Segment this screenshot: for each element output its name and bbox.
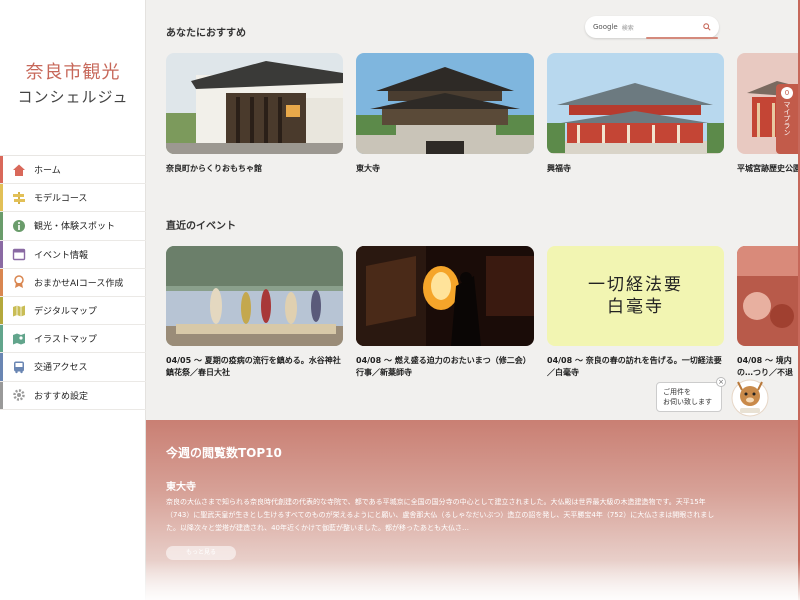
search-input[interactable]: 検索 bbox=[622, 23, 703, 32]
bottom-fade bbox=[0, 560, 800, 600]
sidebar-nav: ホーム モデルコース 観光・体験スポット イベント情報 おまかせAIコース作成 … bbox=[0, 155, 146, 410]
calendar-icon bbox=[12, 248, 26, 261]
recommend-caption[interactable]: 東大寺 bbox=[356, 163, 380, 175]
recommend-card-todaiji[interactable] bbox=[356, 53, 534, 154]
ranking-item-description: 奈良の大仏さまで知られる奈良時代創建の代表的な寺院で、都である平城京に全国の国分… bbox=[166, 498, 715, 532]
sidebar-item-spots[interactable]: 観光・体験スポット bbox=[0, 212, 146, 241]
recommend-card-karakuri[interactable] bbox=[166, 53, 343, 154]
ai-badge-icon bbox=[14, 275, 24, 289]
recommend-caption[interactable]: 興福寺 bbox=[547, 163, 571, 175]
sidebar-item-label: モデルコース bbox=[34, 194, 88, 205]
sidebar-item-ai-course[interactable]: おまかせAIコース作成 bbox=[0, 268, 146, 297]
search-underline bbox=[646, 37, 718, 39]
sidebar-item-settings[interactable]: おすすめ設定 bbox=[0, 381, 146, 410]
brand-logo[interactable]: 奈良市観光 コンシェルジュ bbox=[0, 58, 146, 107]
read-more-button[interactable]: もっと見る bbox=[166, 546, 236, 560]
event-caption[interactable]: 04/08 〜 奈良の春の訪れを告げる。一切経法要／白毫寺 bbox=[547, 355, 727, 379]
sidebar-item-illust-map[interactable]: イラストマップ bbox=[0, 325, 146, 354]
brand-main: 奈良市観光 bbox=[25, 62, 121, 83]
karakuri-image bbox=[166, 53, 343, 154]
ranking-title: 今週の閲覧数TOP10 bbox=[166, 446, 282, 460]
kofukuji-image bbox=[547, 53, 724, 154]
search-brand: Google bbox=[593, 23, 618, 31]
brand-sub: コンシェルジュ bbox=[17, 88, 129, 106]
help-line1: ご用件を bbox=[663, 388, 691, 396]
help-bubble[interactable]: ご用件を お伺い致します bbox=[656, 382, 722, 412]
myplan-tab[interactable]: 0 マイプラン bbox=[776, 84, 798, 154]
search-box[interactable]: Google 検索 bbox=[585, 16, 719, 38]
sidebar-item-model-course[interactable]: モデルコース bbox=[0, 184, 146, 213]
sidebar-item-events[interactable]: イベント情報 bbox=[0, 240, 146, 269]
sidebar-item-label: デジタルマップ bbox=[34, 307, 97, 318]
event-card-chinkasai[interactable] bbox=[166, 246, 343, 346]
sidebar-item-label: おまかせAIコース作成 bbox=[34, 278, 124, 289]
event-caption[interactable]: 04/05 〜 夏期の疫病の流行を鎮める。水谷神社鎮花祭／春日大社 bbox=[166, 355, 346, 379]
sidebar-item-digital-map[interactable]: デジタルマップ bbox=[0, 296, 146, 326]
info-icon bbox=[13, 219, 25, 232]
poster-line2: 白毫寺 bbox=[607, 297, 664, 317]
sidebar-item-label: 交通アクセス bbox=[34, 363, 88, 374]
sidebar-item-label: イラストマップ bbox=[34, 335, 97, 346]
main-content: あなたにおすすめ Google 検索 奈良町からくりおもちゃ館 東大寺 興福寺 … bbox=[146, 0, 800, 600]
sidebar-item-access[interactable]: 交通アクセス bbox=[0, 353, 146, 382]
home-icon bbox=[13, 164, 25, 176]
todaiji-image bbox=[356, 53, 534, 154]
illustration-map-icon bbox=[13, 333, 25, 345]
recommend-caption[interactable]: 平城宮跡歴史公園 bbox=[737, 163, 800, 175]
myplan-label: マイプラン bbox=[783, 101, 791, 136]
events-title: 直近のイベント bbox=[166, 221, 236, 232]
help-line2: お伺い致します bbox=[663, 398, 712, 406]
event-caption[interactable]: 04/08 〜 燃え盛る迫力のおたいまつ（修二会）行事／新薬師寺 bbox=[356, 355, 536, 379]
map-icon bbox=[13, 305, 25, 317]
event-card-otaimatsu[interactable] bbox=[356, 246, 534, 346]
event-card-issaikyo[interactable]: 一切経法要 白毫寺 bbox=[547, 246, 724, 346]
sidebar-item-label: イベント情報 bbox=[34, 250, 89, 261]
ranking-item-name[interactable]: 東大寺 bbox=[166, 478, 196, 493]
signpost-icon bbox=[13, 191, 25, 204]
gear-icon bbox=[13, 389, 25, 401]
myplan-count-badge: 0 bbox=[781, 87, 793, 99]
sidebar-item-label: ホーム bbox=[34, 166, 61, 177]
sidebar-item-label: 観光・体験スポット bbox=[34, 222, 116, 233]
poster-line1: 一切経法要 bbox=[588, 275, 683, 295]
recommend-caption[interactable]: 奈良町からくりおもちゃ館 bbox=[166, 163, 262, 175]
mascot-icon[interactable] bbox=[728, 374, 772, 418]
otaimatsu-image bbox=[356, 246, 534, 346]
bus-icon bbox=[14, 361, 24, 374]
sidebar-item-home[interactable]: ホーム bbox=[0, 156, 146, 185]
search-icon[interactable] bbox=[703, 23, 711, 31]
sidebar: 奈良市観光 コンシェルジュ ホーム モデルコース 観光・体験スポット イベント情… bbox=[0, 0, 146, 600]
sidebar-item-label: おすすめ設定 bbox=[34, 391, 89, 402]
event-card-futaiji[interactable] bbox=[737, 246, 800, 346]
close-icon[interactable]: × bbox=[716, 377, 726, 387]
futaiji-image bbox=[737, 246, 800, 346]
recommend-card-kofukuji[interactable] bbox=[547, 53, 724, 154]
recommend-title: あなたにおすすめ bbox=[166, 28, 246, 39]
chinkasai-image bbox=[166, 246, 343, 346]
